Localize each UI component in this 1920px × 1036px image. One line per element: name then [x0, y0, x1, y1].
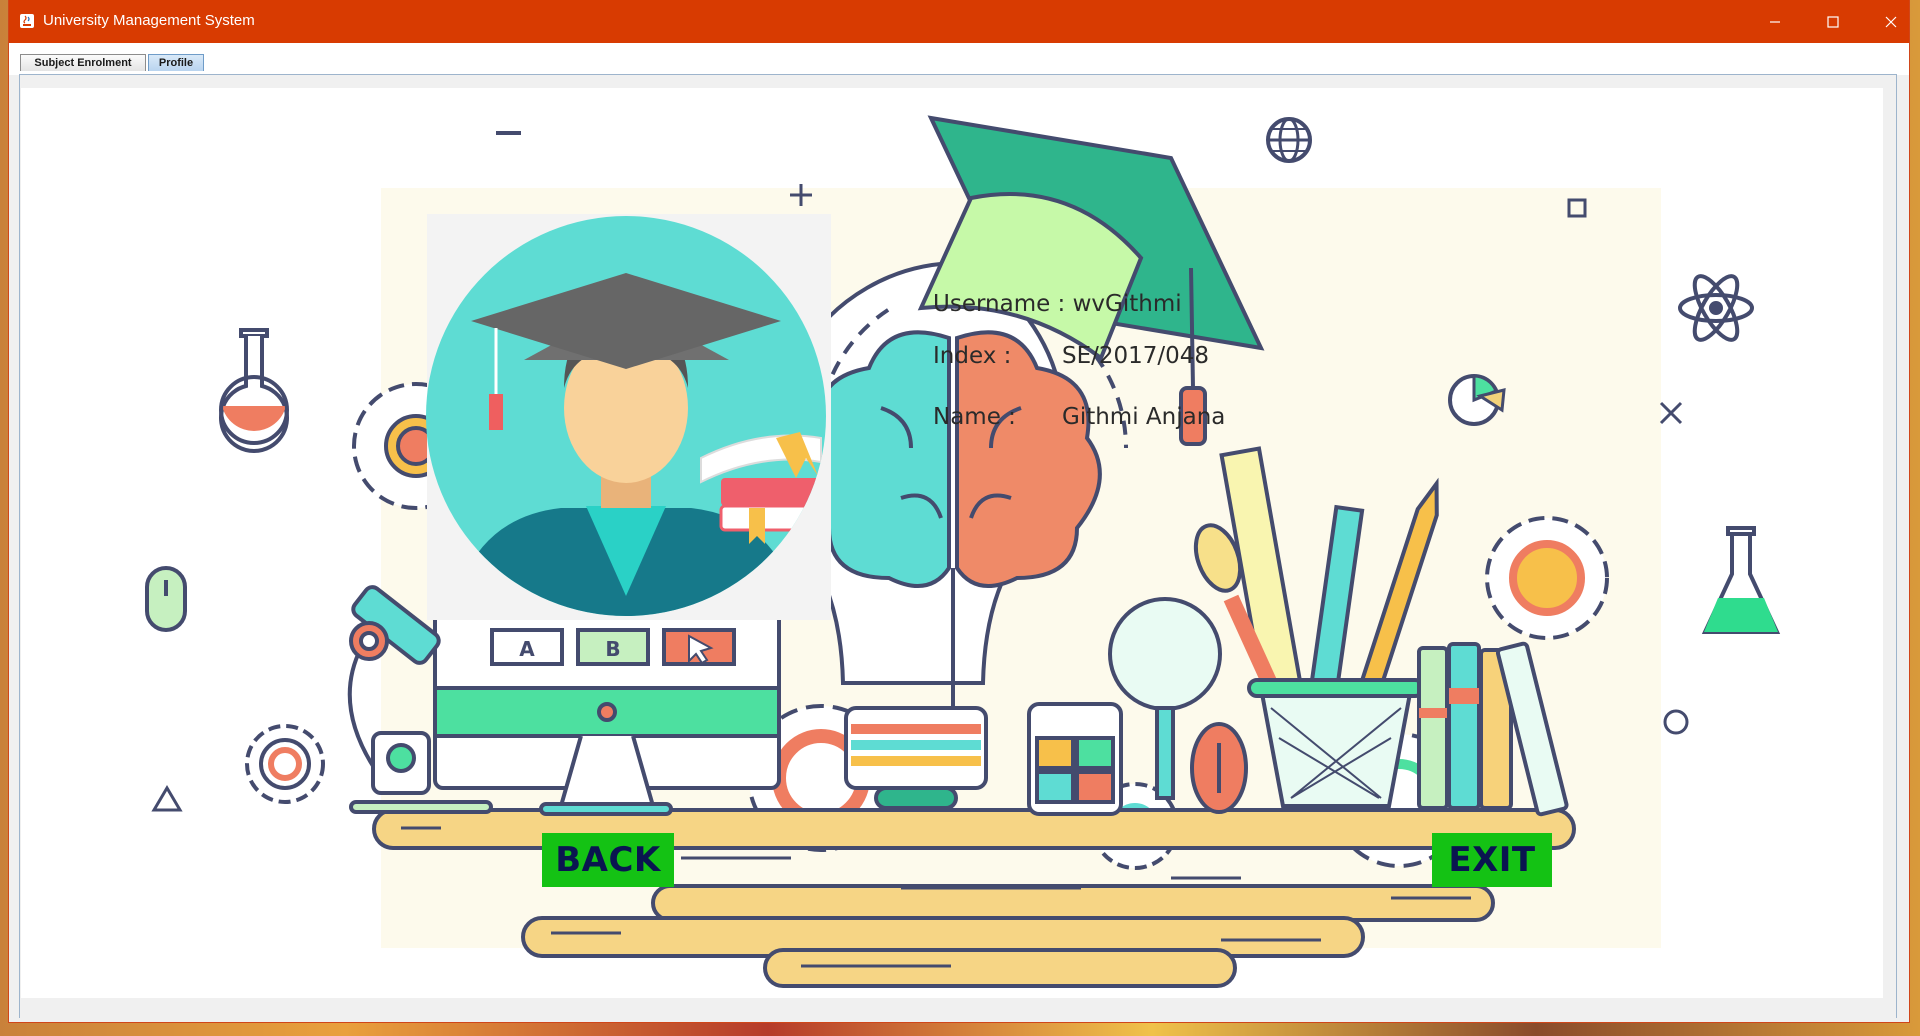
rugby-ball-illustration — [1190, 722, 1248, 814]
choice-a-label: A — [519, 637, 535, 661]
tab-subject-enrolment[interactable]: Subject Enrolment — [20, 54, 146, 71]
tab-profile[interactable]: Profile — [148, 54, 204, 71]
username-value: wvGithmi — [1072, 291, 1182, 317]
index-value: SE/2017/048 — [1062, 343, 1210, 369]
globe-icon — [1266, 117, 1312, 163]
minimize-icon — [1770, 20, 1780, 23]
window-title: University Management System — [43, 12, 255, 29]
java-app-icon — [20, 14, 34, 28]
index-label: Index : — [933, 343, 1012, 369]
atom-icon — [1678, 274, 1754, 342]
title-bar[interactable]: University Management System — [9, 0, 1909, 43]
mouse-icon — [145, 566, 187, 632]
name-value: Githmi Anjana — [1062, 404, 1226, 430]
gear-icon — [1485, 516, 1609, 640]
flask-icon-right — [1701, 526, 1781, 634]
minimize-button[interactable] — [1746, 0, 1804, 43]
username-label: Username : wvGithmi — [933, 291, 1182, 317]
profile-canvas: A B Username: wvGithmi Index: SE/2017/… — [21, 88, 1883, 998]
close-button[interactable] — [1862, 0, 1920, 43]
calculator-illustration — [1027, 702, 1123, 816]
choice-b-label: B — [605, 637, 620, 661]
close-icon — [1885, 16, 1897, 27]
gear-icon — [245, 724, 325, 804]
education-illustration: A B — [145, 115, 1781, 988]
back-button[interactable]: BACK — [542, 833, 674, 887]
app-window: University Management System Subject Enr… — [9, 0, 1909, 1022]
flask-icon-left — [219, 328, 289, 454]
maximize-button[interactable] — [1804, 0, 1862, 43]
tab-strip: Subject Enrolment Profile — [9, 43, 1909, 75]
maximize-icon — [1827, 15, 1839, 28]
name-label: Name : — [933, 404, 1016, 430]
exit-button[interactable]: EXIT — [1432, 833, 1552, 887]
